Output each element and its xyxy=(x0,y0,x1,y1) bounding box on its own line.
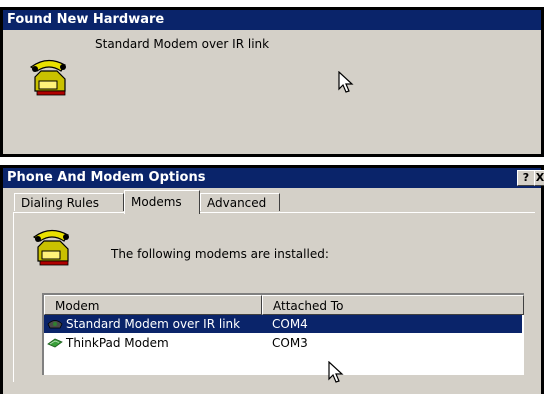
modem-card-icon xyxy=(47,338,63,348)
modem-list[interactable]: Modem Attached To Standard Modem over IR… xyxy=(42,293,524,375)
window-title: Phone And Modem Options ? X xyxy=(3,168,544,188)
column-header-modem[interactable]: Modem xyxy=(44,295,262,315)
close-button[interactable]: X xyxy=(534,170,544,186)
modem-row[interactable]: Standard Modem over IR link COM4 xyxy=(44,315,522,333)
phone-and-modem-options-window: Phone And Modem Options ? X Dialing Rule… xyxy=(0,165,544,394)
tab-modems[interactable]: Modems xyxy=(124,190,200,214)
window-title-text: Phone And Modem Options xyxy=(7,170,206,185)
modem-name: ThinkPad Modem xyxy=(66,336,169,350)
modem-port: COM3 xyxy=(272,336,308,350)
window-title: Found New Hardware xyxy=(3,10,541,30)
ir-modem-icon xyxy=(47,320,63,329)
modem-port: COM4 xyxy=(272,317,308,331)
modem-name: Standard Modem over IR link xyxy=(66,317,241,331)
telephone-icon xyxy=(32,229,69,266)
found-new-hardware-window: Found New Hardware Standard Modem over I… xyxy=(0,7,544,157)
telephone-icon xyxy=(29,59,66,96)
mouse-pointer-icon xyxy=(328,361,344,383)
mouse-pointer-icon xyxy=(338,71,354,93)
tab-advanced[interactable]: Advanced xyxy=(200,193,280,211)
tab-dialing-rules[interactable]: Dialing Rules xyxy=(14,193,124,211)
modem-row[interactable]: ThinkPad Modem COM3 xyxy=(44,334,522,352)
device-name: Standard Modem over IR link xyxy=(95,37,270,51)
window-body xyxy=(3,30,541,154)
help-button[interactable]: ? xyxy=(517,170,535,186)
installed-modems-label: The following modems are installed: xyxy=(111,247,329,261)
column-header-attached-to[interactable]: Attached To xyxy=(262,295,524,315)
